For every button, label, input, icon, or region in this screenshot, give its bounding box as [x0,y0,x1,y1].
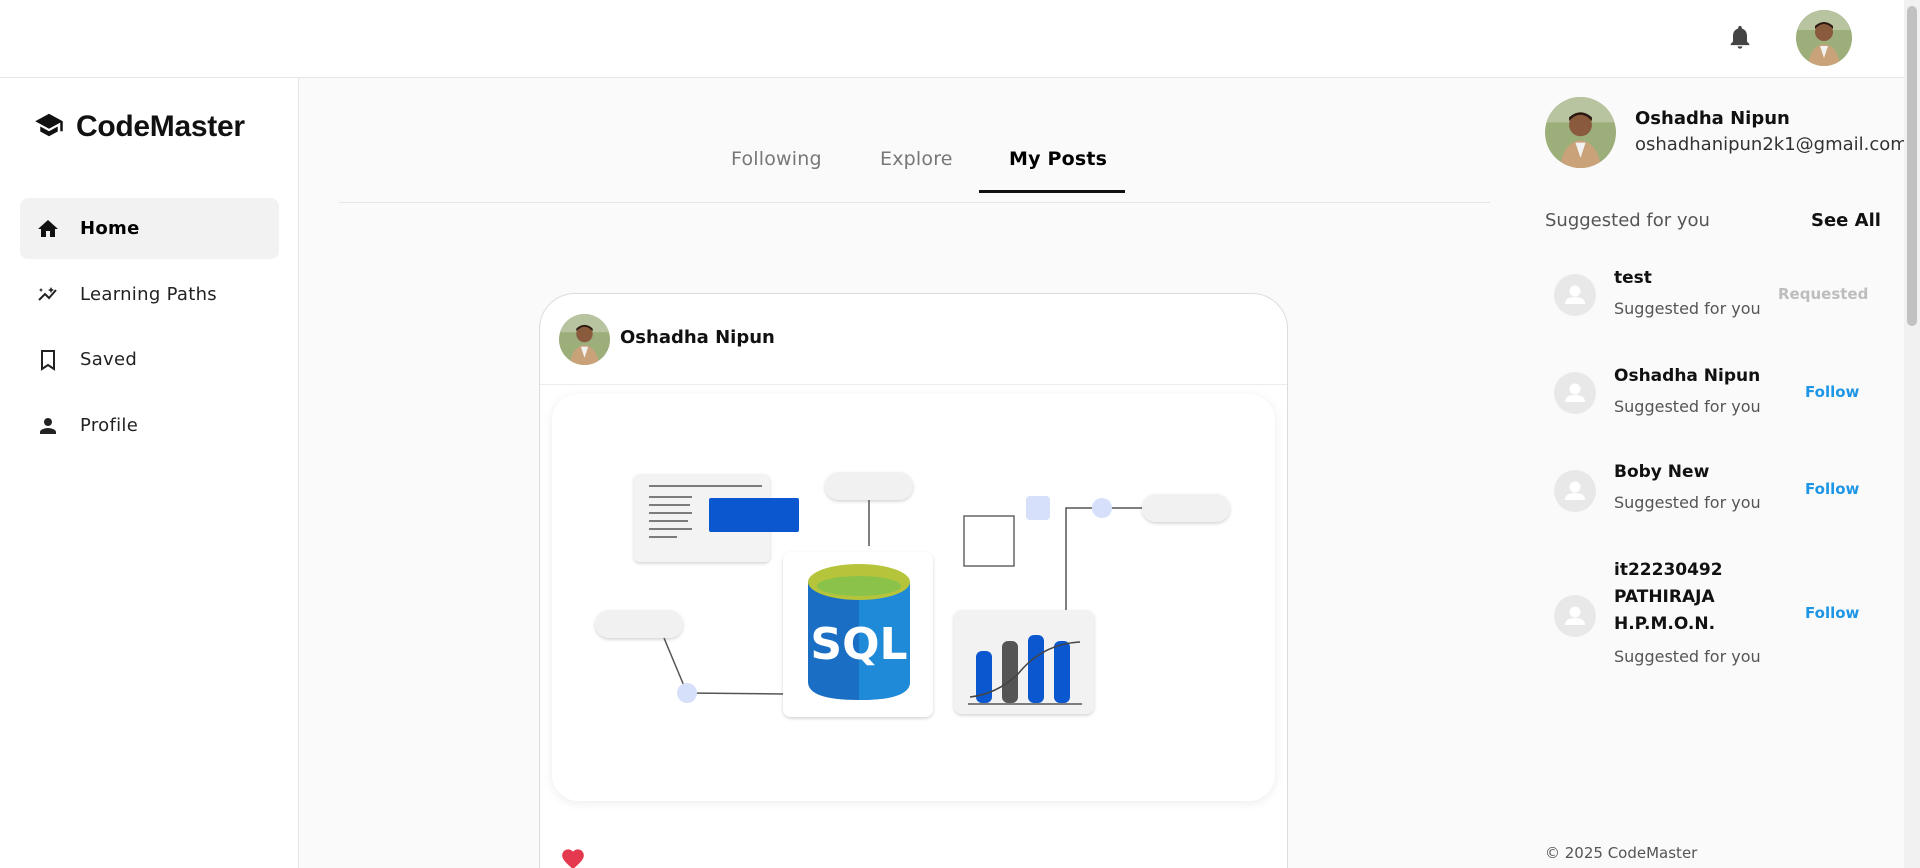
suggestion-subtitle: Suggested for you [1614,397,1761,416]
sidebar-item-label: Home [80,218,140,239]
sidebar-item-saved[interactable]: Saved [20,329,279,390]
follow-button[interactable]: Follow [1805,480,1859,498]
avatar-placeholder-icon[interactable] [1554,372,1596,414]
suggestion-name-line[interactable]: it22230492 [1614,556,1723,584]
profile-name[interactable]: Oshadha Nipun [1635,108,1790,129]
home-icon [36,217,60,241]
post-card: Oshadha Nipun SQL [539,293,1288,868]
tab-explore[interactable]: Explore [880,148,953,170]
graduation-cap-icon [32,110,66,144]
requested-button[interactable]: Requested [1778,285,1868,303]
post-author-name[interactable]: Oshadha Nipun [620,327,775,348]
bell-icon[interactable] [1726,22,1754,52]
avatar-placeholder-icon[interactable] [1554,470,1596,512]
sidebar-item-label: Profile [80,415,139,436]
sql-label: SQL [810,619,907,670]
suggestion-name[interactable]: Oshadha Nipun [1614,362,1760,390]
suggestions-title: Suggested for you [1545,210,1710,231]
brand-logo[interactable]: CodeMaster [32,110,245,144]
top-bar [0,0,1904,78]
user-avatar[interactable] [1796,10,1852,66]
suggestion-name[interactable]: Boby New [1614,458,1709,486]
trending-icon [36,283,60,307]
page-scrollbar[interactable] [1904,0,1920,868]
footer-copyright: © 2025 CodeMaster [1545,844,1698,862]
post-image[interactable]: SQL [552,394,1275,801]
suggestion-name[interactable]: test [1614,264,1652,292]
post-author-avatar[interactable] [559,314,610,365]
sidebar-item-label: Saved [80,349,138,370]
tab-following[interactable]: Following [731,148,822,170]
follow-button[interactable]: Follow [1805,383,1859,401]
post-header: Oshadha Nipun [540,294,1287,385]
profile-email: oshadhanipun2k1@gmail.com [1635,134,1908,155]
sidebar-item-learning-paths[interactable]: Learning Paths [20,264,279,325]
bookmark-icon [36,348,60,372]
suggestion-subtitle: Suggested for you [1614,299,1761,318]
feed-tabs: Following Explore My Posts [339,118,1490,203]
follow-button[interactable]: Follow [1805,604,1859,622]
see-all-link[interactable]: See All [1811,210,1881,231]
avatar-placeholder-icon[interactable] [1554,274,1596,316]
profile-avatar[interactable] [1545,97,1616,168]
avatar-placeholder-icon[interactable] [1554,595,1596,637]
brand-name: CodeMaster [76,110,245,143]
sidebar-item-home[interactable]: Home [20,198,279,259]
tab-my-posts[interactable]: My Posts [1009,148,1107,170]
sidebar-item-label: Learning Paths [80,284,217,305]
sidebar: CodeMaster Home Learning Paths Saved Pro… [0,78,299,868]
heart-icon[interactable] [560,846,586,868]
scrollbar-thumb[interactable] [1907,6,1917,326]
sidebar-item-profile[interactable]: Profile [20,395,279,456]
active-tab-indicator [979,190,1125,193]
suggestion-name-line[interactable]: H.P.M.O.N. [1614,610,1715,638]
suggestion-subtitle: Suggested for you [1614,647,1761,666]
person-icon [36,414,60,438]
suggestion-subtitle: Suggested for you [1614,493,1761,512]
suggestion-name-line[interactable]: PATHIRAJA [1614,583,1715,611]
